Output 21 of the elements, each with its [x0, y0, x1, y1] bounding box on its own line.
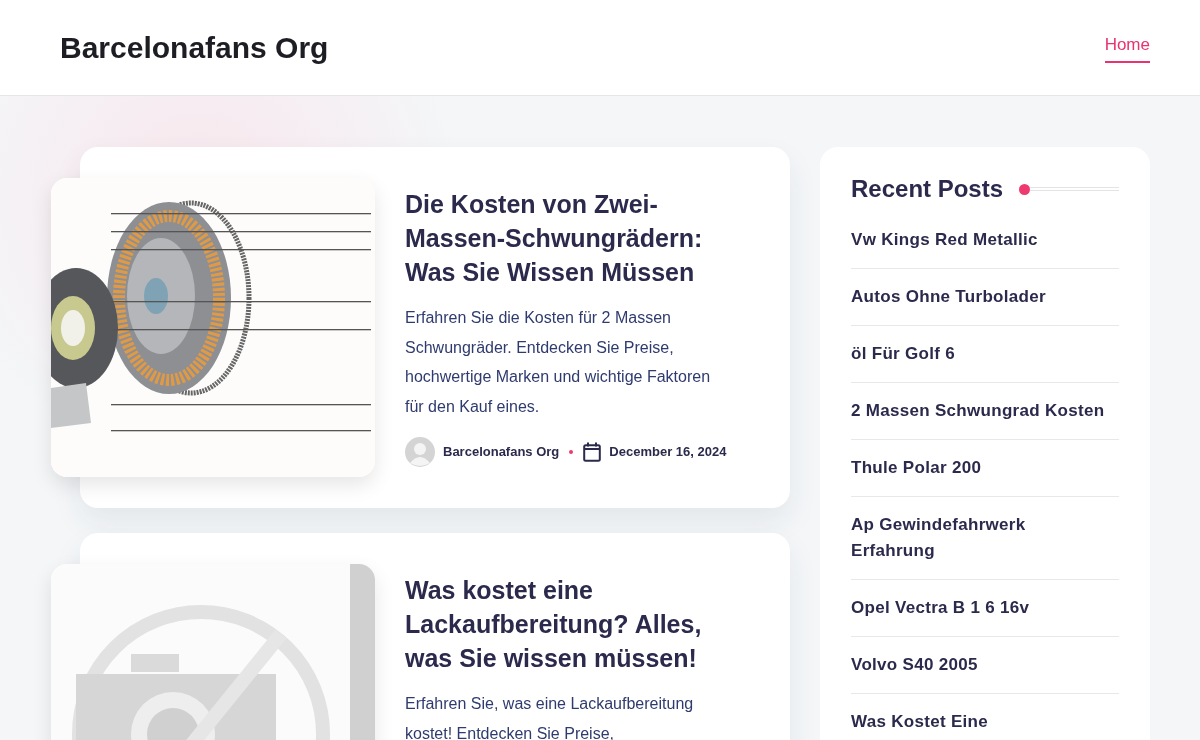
post-excerpt: Erfahren Sie die Kosten für 2 Massen Schwungräder. Entdecken Sie Preise, hochwertige Marken und wichtige Faktoren für den Kauf eines.: [405, 308, 712, 417]
post-date: December 16, 2024: [609, 443, 727, 462]
recent-post-link[interactable]: Vw Kings Red Metallic: [851, 211, 1119, 269]
recent-post-link[interactable]: Was Kostet Eine: [851, 693, 1119, 740]
author-name[interactable]: Barcelonafans Org: [443, 442, 560, 462]
post-title[interactable]: Was kostet eine Lackaufbereitung? Alles, was Sie wissen müssen!: [405, 573, 728, 675]
separator-dot-icon: [569, 450, 574, 454]
recent-post-link[interactable]: öl Für Golf 6: [851, 325, 1119, 383]
recent-post-link[interactable]: 2 Massen Schwungrad Kosten: [851, 382, 1119, 440]
calendar-icon: [583, 442, 602, 462]
sidebar-heading: Recent Posts: [851, 175, 1004, 204]
post-title[interactable]: Die Kosten von Zwei-Massen-Schwungrädern: Was Sie Wissen Müssen: [405, 187, 728, 289]
recent-post-link[interactable]: Autos Ohne Turbolader: [851, 268, 1119, 326]
site-title: Barcelonafans Org: [60, 29, 329, 66]
recent-post-link[interactable]: Volvo S40 2005: [851, 636, 1119, 694]
post-excerpt: Erfahren Sie, was eine Lackaufbereitung kostet! Entdecken Sie Preise,: [405, 694, 695, 740]
recent-post-link[interactable]: Ap Gewindefahrwerk Erfahrung: [851, 496, 1119, 580]
recent-post-link[interactable]: Opel Vectra B 1 6 16v: [851, 579, 1119, 637]
avatar-icon: [405, 437, 435, 467]
recent-post-link[interactable]: Thule Polar 200: [851, 439, 1119, 497]
nav-link[interactable]: Home: [1104, 32, 1150, 63]
